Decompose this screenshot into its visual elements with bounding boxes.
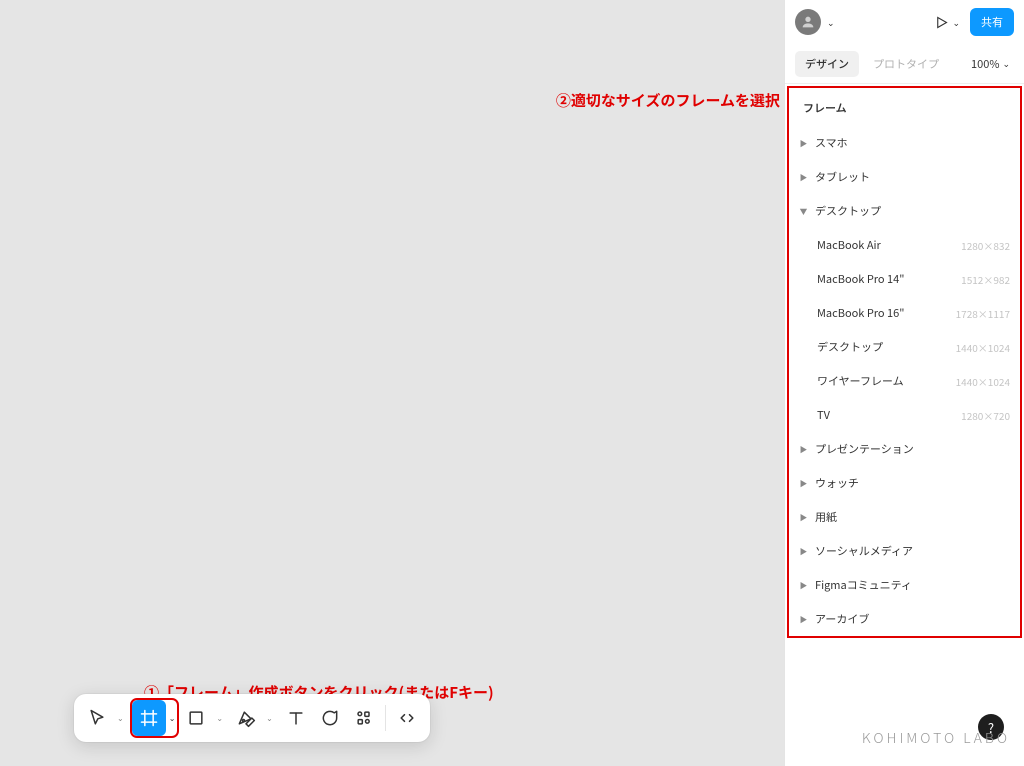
move-tool[interactable] [80,700,114,736]
preset-dim: 1440×1024 [956,340,1010,355]
frame-category-figma-community[interactable]: Figmaコミュニティ [789,568,1020,602]
panel-topbar: ⌄ ⌄ 共有 [785,0,1024,44]
caret-down-icon [799,205,809,218]
bottom-toolbar: ⌄ ⌄ ⌄ ⌄ [74,694,430,742]
caret-right-icon [799,443,809,456]
pen-icon [236,708,256,728]
frame-preset-macbook-pro-16[interactable]: MacBook Pro 16" 1728×1117 [789,296,1020,330]
frame-category-label: ソーシャルメディア [815,543,913,559]
text-tool[interactable] [279,700,313,736]
preset-dim: 1728×1117 [956,306,1010,321]
caret-right-icon [799,171,809,184]
user-icon [800,14,816,30]
pen-tool[interactable] [229,700,263,736]
frame-category-label: プレゼンテーション [815,441,914,457]
caret-right-icon [799,545,809,558]
frame-preset-tv[interactable]: TV 1280×720 [789,398,1020,432]
watermark: KOHIMOTO LABO [862,728,1010,748]
dev-mode-tool[interactable] [390,700,424,736]
frame-category-label: Figmaコミュニティ [815,577,912,593]
frames-panel: フレーム スマホ タブレット デスクトップ MacBook Air 1280×8… [787,86,1022,638]
cursor-icon [87,708,107,728]
present-chevron-icon[interactable]: ⌄ [952,16,960,29]
text-icon [286,708,306,728]
preset-name: デスクトップ [817,339,883,355]
preset-name: MacBook Pro 16" [817,305,904,321]
preset-name: MacBook Pro 14" [817,271,904,287]
frame-icon [139,708,159,728]
caret-right-icon [799,613,809,626]
frame-category-label: 用紙 [815,509,837,525]
right-panel: ⌄ ⌄ 共有 デザイン プロトタイプ 100% ⌄ フレーム スマホ タブレット… [784,0,1024,766]
preset-dim: 1280×720 [961,408,1010,423]
share-button[interactable]: 共有 [970,8,1014,36]
toolbar-divider [385,705,386,731]
caret-right-icon [799,137,809,150]
rectangle-icon [186,708,206,728]
frame-category-label: スマホ [815,135,848,151]
move-tool-chevron-icon[interactable]: ⌄ [115,711,126,726]
design-canvas[interactable] [0,0,784,766]
frame-category-desktop[interactable]: デスクトップ [789,194,1020,228]
zoom-value: 100% [971,56,999,72]
frame-category-label: タブレット [815,169,870,185]
tab-design[interactable]: デザイン [795,51,859,77]
zoom-control[interactable]: 100% ⌄ [971,56,1014,72]
actions-icon [354,708,374,728]
comment-tool[interactable] [313,700,347,736]
frame-category-social[interactable]: ソーシャルメディア [789,534,1020,568]
comment-icon [320,708,340,728]
shape-tool[interactable] [179,700,213,736]
frame-preset-desktop[interactable]: デスクトップ 1440×1024 [789,330,1020,364]
avatar[interactable] [795,9,821,35]
annotation-step-2: ②適切なサイズのフレームを選択 [556,90,780,111]
frame-category-phone[interactable]: スマホ [789,126,1020,160]
frame-preset-wireframe[interactable]: ワイヤーフレーム 1440×1024 [789,364,1020,398]
code-icon [397,708,417,728]
frame-category-label: アーカイブ [815,611,869,627]
frame-category-paper[interactable]: 用紙 [789,500,1020,534]
caret-right-icon [799,511,809,524]
avatar-chevron-icon[interactable]: ⌄ [827,16,835,29]
frame-category-label: ウォッチ [815,475,859,491]
frame-category-label: デスクトップ [815,203,881,219]
preset-name: ワイヤーフレーム [817,373,904,389]
frame-category-watch[interactable]: ウォッチ [789,466,1020,500]
frame-tool[interactable] [132,700,166,736]
frame-preset-macbook-air[interactable]: MacBook Air 1280×832 [789,228,1020,262]
preset-name: MacBook Air [817,237,881,253]
frames-title: フレーム [789,88,1020,126]
play-icon [934,15,949,30]
frame-preset-macbook-pro-14[interactable]: MacBook Pro 14" 1512×982 [789,262,1020,296]
preset-name: TV [817,407,830,423]
actions-tool[interactable] [347,700,381,736]
preset-dim: 1440×1024 [956,374,1010,389]
preset-dim: 1512×982 [961,272,1010,287]
frame-tool-highlight: ⌄ [130,698,180,738]
frame-category-presentation[interactable]: プレゼンテーション [789,432,1020,466]
zoom-chevron-icon: ⌄ [1002,57,1010,70]
panel-tabs: デザイン プロトタイプ 100% ⌄ [785,44,1024,84]
tab-prototype[interactable]: プロトタイプ [863,51,949,77]
frame-category-tablet[interactable]: タブレット [789,160,1020,194]
preset-dim: 1280×832 [961,238,1010,253]
pen-tool-chevron-icon[interactable]: ⌄ [264,711,275,726]
caret-right-icon [799,579,809,592]
frame-tool-chevron-icon[interactable]: ⌄ [167,711,178,726]
shape-tool-chevron-icon[interactable]: ⌄ [214,711,225,726]
present-button[interactable]: ⌄ [930,12,964,33]
caret-right-icon [799,477,809,490]
frame-category-archive[interactable]: アーカイブ [789,602,1020,636]
